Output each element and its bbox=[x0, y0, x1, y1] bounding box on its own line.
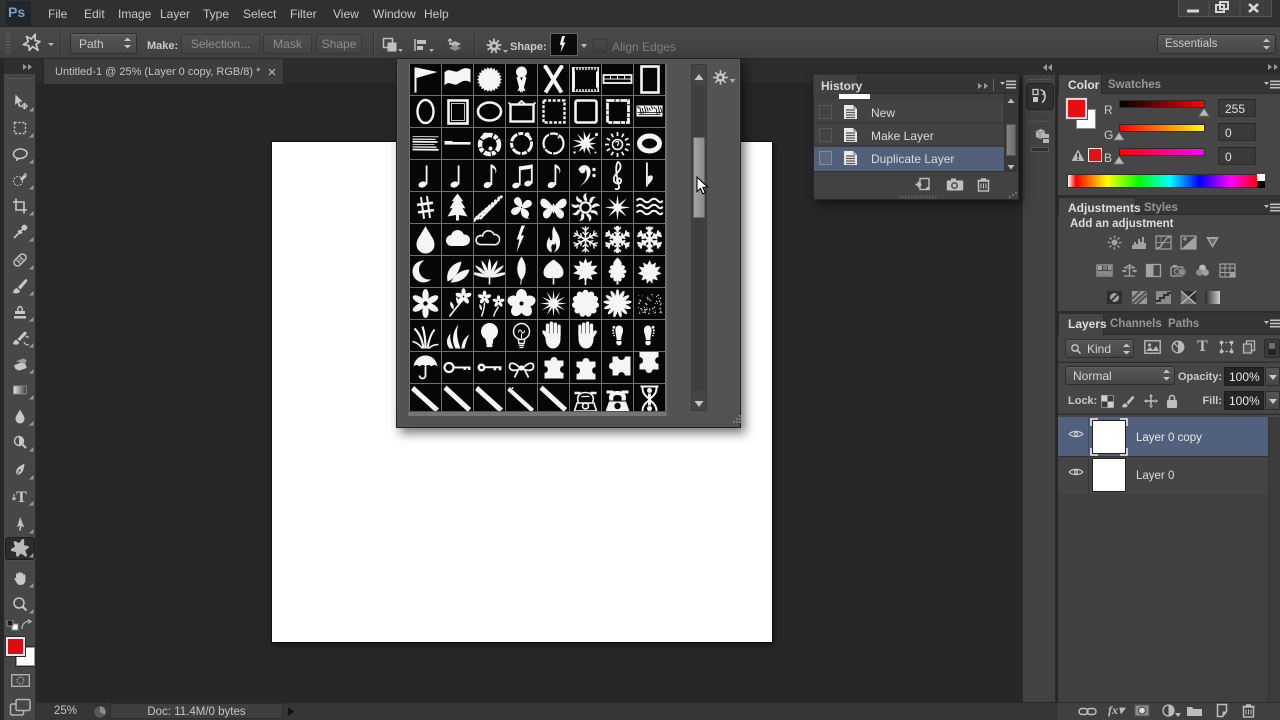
svg-text:T: T bbox=[16, 489, 27, 505]
